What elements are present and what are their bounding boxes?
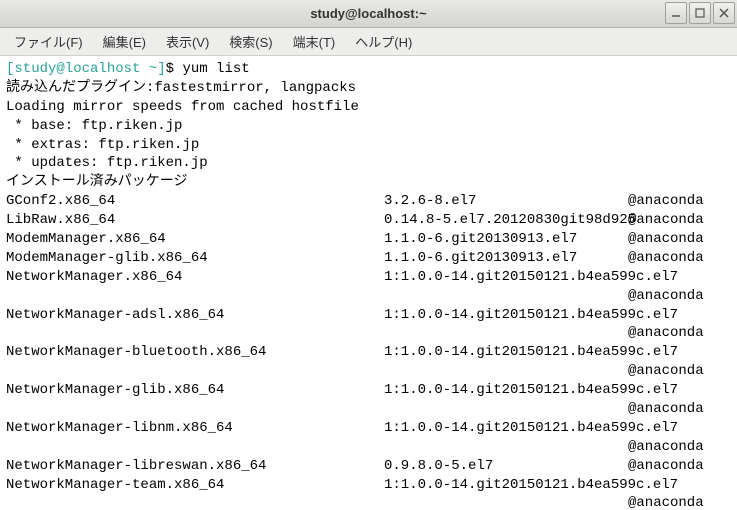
package-name: NetworkManager-glib.x86_64 (6, 381, 384, 400)
window-title: study@localhost:~ (310, 6, 426, 21)
package-row: NetworkManager-libnm.x86_641:1.0.0-14.gi… (6, 419, 731, 438)
package-version: 1.1.0-6.git20130913.el7 (384, 249, 628, 268)
package-row: NetworkManager.x86_641:1.0.0-14.git20150… (6, 268, 731, 287)
menubar: ファイル(F) 編集(E) 表示(V) 検索(S) 端末(T) ヘルプ(H) (0, 28, 737, 56)
output-line: インストール済みパッケージ (6, 173, 731, 192)
titlebar: study@localhost:~ (0, 0, 737, 28)
terminal-output[interactable]: [study@localhost ~]$ yum list 読み込んだプラグイン… (0, 56, 737, 510)
package-row: LibRaw.x86_640.14.8-5.el7.20120830git98d… (6, 211, 731, 230)
package-name: NetworkManager.x86_64 (6, 268, 384, 287)
package-row: NetworkManager-glib.x86_641:1.0.0-14.git… (6, 381, 731, 400)
package-row: NetworkManager-libreswan.x86_640.9.8.0-5… (6, 457, 731, 476)
package-version: 0.14.8-5.el7.20120830git98d925 (384, 211, 628, 230)
package-repo: @anaconda (6, 400, 731, 419)
prompt-dollar: $ (166, 61, 174, 77)
package-row: ModemManager-glib.x86_641.1.0-6.git20130… (6, 249, 731, 268)
menu-search[interactable]: 検索(S) (219, 28, 282, 55)
package-version: 1:1.0.0-14.git20150121.b4ea599c.el7 (384, 419, 628, 438)
menu-terminal[interactable]: 端末(T) (283, 28, 346, 55)
output-line: Loading mirror speeds from cached hostfi… (6, 98, 731, 117)
minimize-button[interactable] (665, 2, 687, 24)
close-button[interactable] (713, 2, 735, 24)
window-controls (665, 2, 735, 24)
package-repo: @anaconda (6, 287, 731, 306)
package-row: NetworkManager-bluetooth.x86_641:1.0.0-1… (6, 343, 731, 362)
package-version: 1:1.0.0-14.git20150121.b4ea599c.el7 (384, 343, 628, 362)
output-line: * updates: ftp.riken.jp (6, 154, 731, 173)
package-repo: @anaconda (6, 494, 731, 510)
package-name: ModemManager-glib.x86_64 (6, 249, 384, 268)
prompt-line: [study@localhost ~]$ yum list (6, 60, 731, 79)
package-row: NetworkManager-adsl.x86_641:1.0.0-14.git… (6, 306, 731, 325)
package-name: NetworkManager-team.x86_64 (6, 476, 384, 495)
package-version: 1:1.0.0-14.git20150121.b4ea599c.el7 (384, 476, 628, 495)
package-repo: @anaconda (6, 438, 731, 457)
package-version: 3.2.6-8.el7 (384, 192, 628, 211)
package-repo: @anaconda (628, 230, 704, 249)
menu-edit[interactable]: 編集(E) (93, 28, 156, 55)
menu-view[interactable]: 表示(V) (156, 28, 219, 55)
package-name: NetworkManager-adsl.x86_64 (6, 306, 384, 325)
package-repo: @anaconda (628, 211, 704, 230)
output-line: 読み込んだプラグイン:fastestmirror, langpacks (6, 79, 731, 98)
output-line: * extras: ftp.riken.jp (6, 136, 731, 155)
menu-file[interactable]: ファイル(F) (4, 28, 93, 55)
package-version: 1.1.0-6.git20130913.el7 (384, 230, 628, 249)
package-name: NetworkManager-libnm.x86_64 (6, 419, 384, 438)
menu-help[interactable]: ヘルプ(H) (345, 28, 422, 55)
package-name: LibRaw.x86_64 (6, 211, 384, 230)
package-repo: @anaconda (6, 362, 731, 381)
package-version: 1:1.0.0-14.git20150121.b4ea599c.el7 (384, 268, 628, 287)
package-row: ModemManager.x86_641.1.0-6.git20130913.e… (6, 230, 731, 249)
prompt-user-host: [study@localhost ~] (6, 61, 166, 77)
output-line: * base: ftp.riken.jp (6, 117, 731, 136)
package-version: 0.9.8.0-5.el7 (384, 457, 628, 476)
package-version: 1:1.0.0-14.git20150121.b4ea599c.el7 (384, 381, 628, 400)
maximize-button[interactable] (689, 2, 711, 24)
command-text: yum list (182, 61, 249, 77)
package-repo: @anaconda (628, 457, 704, 476)
package-name: GConf2.x86_64 (6, 192, 384, 211)
package-name: ModemManager.x86_64 (6, 230, 384, 249)
package-repo: @anaconda (628, 249, 704, 268)
package-row: GConf2.x86_643.2.6-8.el7@anaconda (6, 192, 731, 211)
package-row: NetworkManager-team.x86_641:1.0.0-14.git… (6, 476, 731, 495)
package-repo: @anaconda (6, 324, 731, 343)
package-name: NetworkManager-bluetooth.x86_64 (6, 343, 384, 362)
package-version: 1:1.0.0-14.git20150121.b4ea599c.el7 (384, 306, 628, 325)
package-name: NetworkManager-libreswan.x86_64 (6, 457, 384, 476)
package-repo: @anaconda (628, 192, 704, 211)
